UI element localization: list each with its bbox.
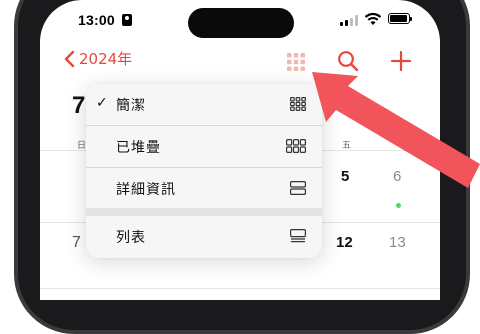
menu-item-label: 詳細資訊 [116, 182, 176, 198]
day-cell[interactable]: 12 [336, 234, 353, 251]
checkmark-icon: ✓ [96, 95, 108, 111]
menu-item-label: 列表 [116, 230, 146, 246]
month-label: 7 [72, 92, 86, 119]
rows-detail-icon [290, 181, 306, 195]
battery-icon [388, 13, 412, 24]
dynamic-island [188, 8, 294, 38]
menu-item-details[interactable]: 詳細資訊 [86, 168, 322, 208]
cellular-signal-icon [340, 15, 358, 26]
event-dot [396, 203, 401, 208]
day-cell[interactable]: 13 [389, 234, 406, 251]
view-options-menu: ✓ 簡潔 已堆疊 詳細資訊 列表 [86, 84, 322, 258]
chevron-left-icon [64, 50, 75, 67]
id-card-icon [122, 14, 132, 26]
back-to-year-button[interactable]: 2024年 [64, 48, 132, 69]
menu-item-list[interactable]: 列表 [86, 216, 322, 256]
menu-section-gap [86, 208, 322, 216]
menu-item-compact[interactable]: ✓ 簡潔 [86, 84, 322, 124]
list-icon [290, 229, 306, 243]
wifi-icon [364, 12, 382, 25]
status-time: 13:00 [78, 12, 115, 28]
divider [40, 288, 440, 289]
back-label: 2024年 [79, 50, 133, 68]
annotation-arrow-icon [312, 72, 480, 188]
grid-stacked-icon [286, 139, 306, 153]
menu-item-label: 簡潔 [116, 98, 146, 114]
week-digit: 7 [72, 234, 81, 251]
menu-item-label: 已堆疊 [116, 140, 161, 156]
grid-3x3-icon [290, 97, 306, 111]
add-icon[interactable] [390, 50, 412, 72]
search-icon[interactable] [337, 50, 359, 72]
menu-item-stacked[interactable]: 已堆疊 [86, 126, 322, 166]
view-options-grid-icon[interactable] [286, 52, 306, 72]
